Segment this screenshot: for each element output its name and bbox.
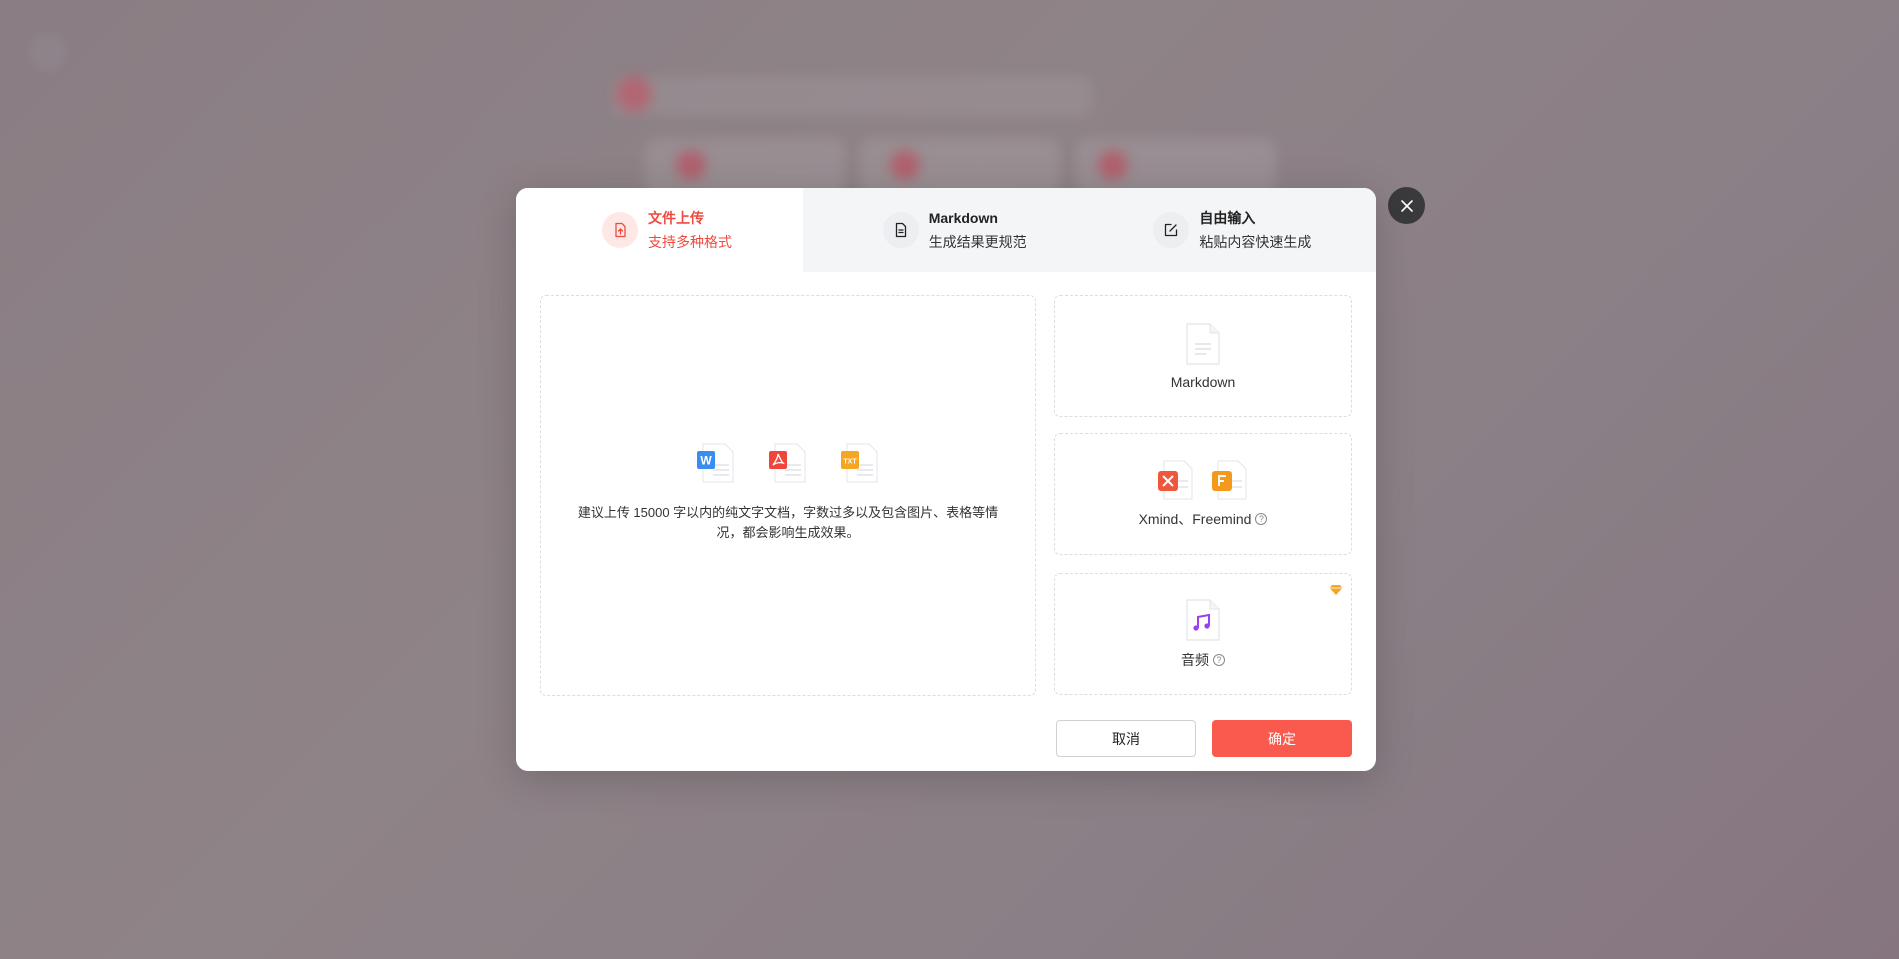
tab-title: Markdown [928, 210, 998, 226]
txt-file-icon: TXT [841, 443, 878, 482]
close-button[interactable] [1388, 187, 1425, 224]
diamond-icon [1329, 585, 1343, 595]
audio-label: 音频 [1181, 652, 1209, 668]
document-icon [882, 212, 919, 248]
import-dialog: 文件上传 支持多种格式 Markdown 生成结果更规范 自由输入 粘贴内容快速… [516, 188, 1376, 771]
tab-subtitle: 支持多种格式 [648, 234, 732, 250]
word-file-icon: W [697, 443, 734, 482]
background-accent-dot [676, 150, 706, 180]
markdown-import-card[interactable]: Markdown [1054, 295, 1352, 417]
markdown-file-icon [1186, 323, 1220, 365]
background-accent-dot [890, 150, 920, 180]
tab-title: 文件上传 [648, 210, 704, 226]
help-icon[interactable]: ? [1213, 654, 1225, 666]
freemind-file-icon [1212, 460, 1247, 500]
mindmap-label: Xmind、Freemind [1138, 511, 1252, 527]
file-type-icons: W TXT [695, 441, 881, 485]
tab-bar: 文件上传 支持多种格式 Markdown 生成结果更规范 自由输入 粘贴内容快速… [516, 188, 1376, 272]
pdf-file-icon [769, 443, 806, 482]
cancel-button[interactable]: 取消 [1056, 720, 1196, 757]
tab-subtitle: 粘贴内容快速生成 [1199, 234, 1312, 250]
mindmap-import-card[interactable]: Xmind、Freemind ? [1054, 433, 1352, 555]
confirm-button[interactable]: 确定 [1212, 720, 1352, 757]
markdown-label: Markdown [1170, 374, 1236, 390]
word-badge-text: W [700, 453, 712, 467]
background-logo [30, 34, 66, 70]
edit-icon [1153, 212, 1190, 248]
audio-file-icon [1186, 599, 1220, 641]
mindmap-icons [1156, 459, 1250, 501]
file-upload-icon [602, 212, 638, 248]
txt-badge-text: TXT [843, 458, 857, 465]
background-title [612, 76, 1092, 116]
background-accent-dot [1098, 150, 1128, 180]
tab-markdown[interactable]: Markdown 生成结果更规范 [803, 188, 1090, 272]
tab-title: 自由输入 [1199, 210, 1256, 226]
audio-import-card[interactable]: 音频 ? [1054, 573, 1352, 695]
tab-file-upload[interactable]: 文件上传 支持多种格式 [516, 188, 803, 272]
tab-free-input[interactable]: 自由输入 粘贴内容快速生成 [1089, 188, 1376, 272]
help-icon[interactable]: ? [1255, 513, 1268, 525]
close-icon [1400, 199, 1413, 212]
xmind-file-icon [1158, 460, 1193, 500]
tab-subtitle: 生成结果更规范 [928, 234, 1027, 250]
upload-hint-text: 建议上传 15000 字以内的纯文字文档，字数过多以及包含图片、表格等情况，都会… [577, 504, 999, 540]
file-drop-zone[interactable]: W TXT 建议上传 15000 字以内的纯文字文档，字数过多以及包含图片、表格… [540, 295, 1036, 696]
